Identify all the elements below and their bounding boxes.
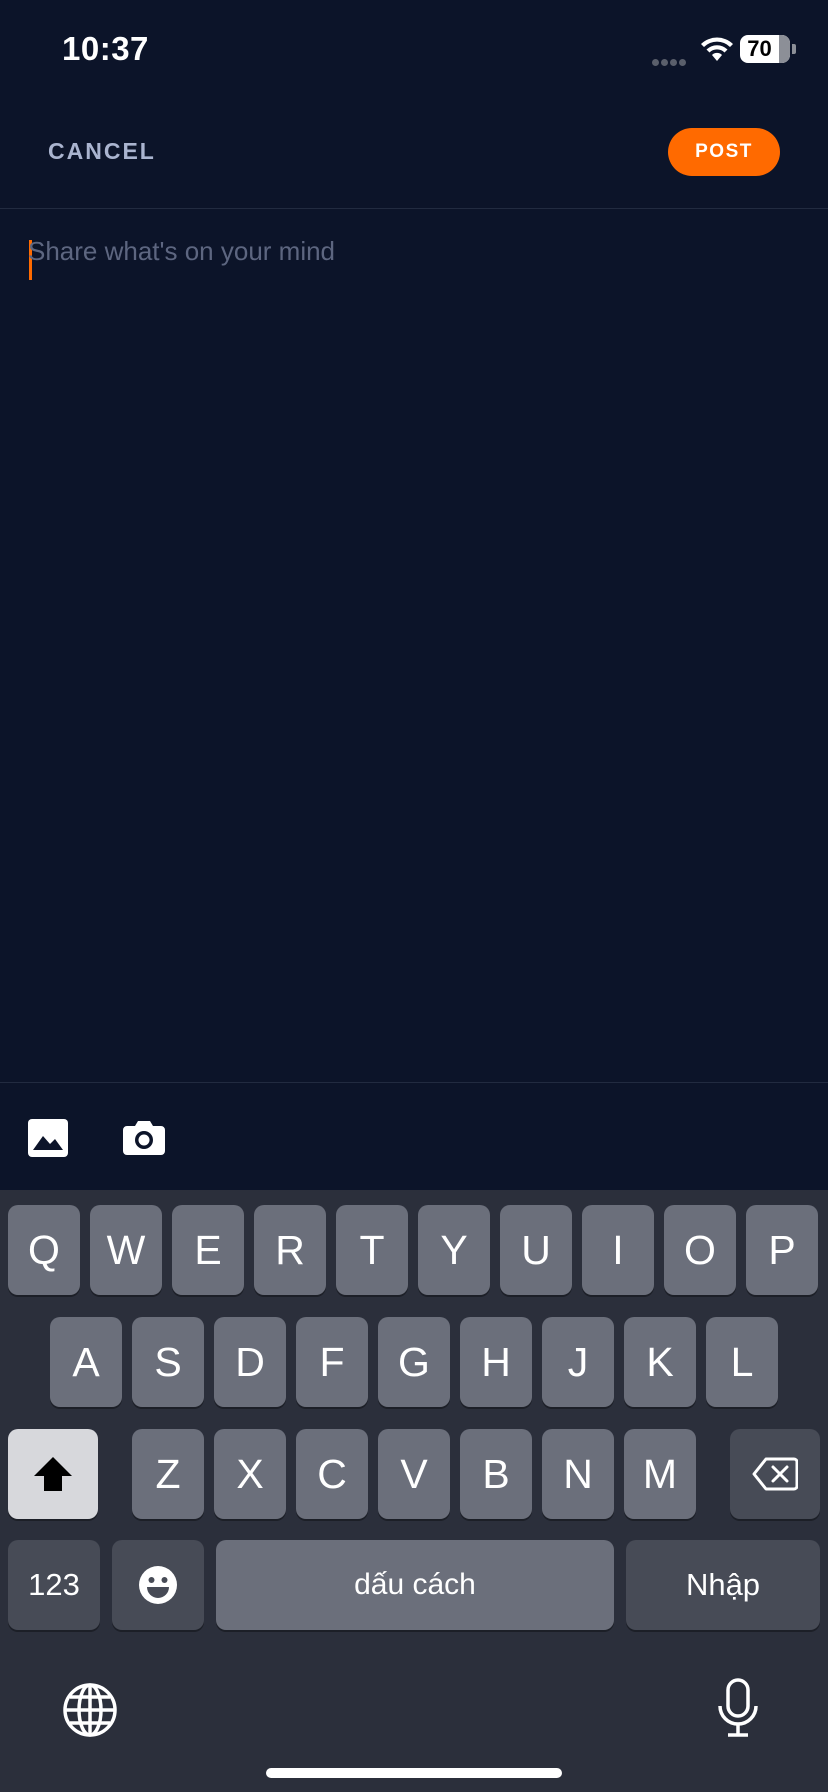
wifi-icon [701,37,733,61]
post-button[interactable]: POST [668,128,780,176]
delete-icon [752,1457,798,1491]
key-o[interactable]: O [664,1205,736,1295]
emoji-icon [139,1566,177,1604]
key-s[interactable]: S [132,1317,204,1407]
image-icon[interactable] [28,1119,68,1157]
battery-tip [792,44,796,54]
key-a[interactable]: A [50,1317,122,1407]
key-z[interactable]: Z [132,1429,204,1519]
compose-header: CANCEL POST [0,100,828,209]
emoji-key[interactable] [112,1540,204,1630]
key-j[interactable]: J [542,1317,614,1407]
key-v[interactable]: V [378,1429,450,1519]
cancel-button[interactable]: CANCEL [48,138,156,165]
key-u[interactable]: U [500,1205,572,1295]
key-i[interactable]: I [582,1205,654,1295]
key-g[interactable]: G [378,1317,450,1407]
shift-key[interactable] [8,1429,98,1519]
key-t[interactable]: T [336,1205,408,1295]
key-r[interactable]: R [254,1205,326,1295]
compose-post-screen: 10:37 70 CANCEL POST Share what's on you… [0,0,828,1792]
on-screen-keyboard: Q W E R T Y U I O P A S D F G H J K L Z … [0,1190,828,1792]
microphone-icon[interactable] [716,1678,760,1738]
key-x[interactable]: X [214,1429,286,1519]
key-d[interactable]: D [214,1317,286,1407]
numbers-key[interactable]: 123 [8,1540,100,1630]
key-c[interactable]: C [296,1429,368,1519]
globe-icon[interactable] [62,1682,118,1738]
key-m[interactable]: M [624,1429,696,1519]
home-indicator[interactable] [266,1768,562,1778]
delete-key[interactable] [730,1429,820,1519]
battery-level: 70 [747,36,772,61]
key-l[interactable]: L [706,1317,778,1407]
composer-area [0,210,828,1082]
key-n[interactable]: N [542,1429,614,1519]
key-w[interactable]: W [90,1205,162,1295]
space-key[interactable]: dấu cách [216,1540,614,1630]
signal-icon [652,53,692,66]
key-b[interactable]: B [460,1429,532,1519]
shift-icon [34,1457,72,1491]
battery-icon: 70 [740,35,790,63]
post-text-input[interactable] [28,236,798,1036]
key-e[interactable]: E [172,1205,244,1295]
key-f[interactable]: F [296,1317,368,1407]
status-bar: 10:37 70 [0,0,828,100]
key-p[interactable]: P [746,1205,818,1295]
camera-icon[interactable] [123,1119,165,1155]
key-q[interactable]: Q [8,1205,80,1295]
status-time: 10:37 [62,30,149,67]
key-h[interactable]: H [460,1317,532,1407]
key-k[interactable]: K [624,1317,696,1407]
return-key[interactable]: Nhập [626,1540,820,1630]
attachment-toolbar [0,1082,828,1190]
key-y[interactable]: Y [418,1205,490,1295]
